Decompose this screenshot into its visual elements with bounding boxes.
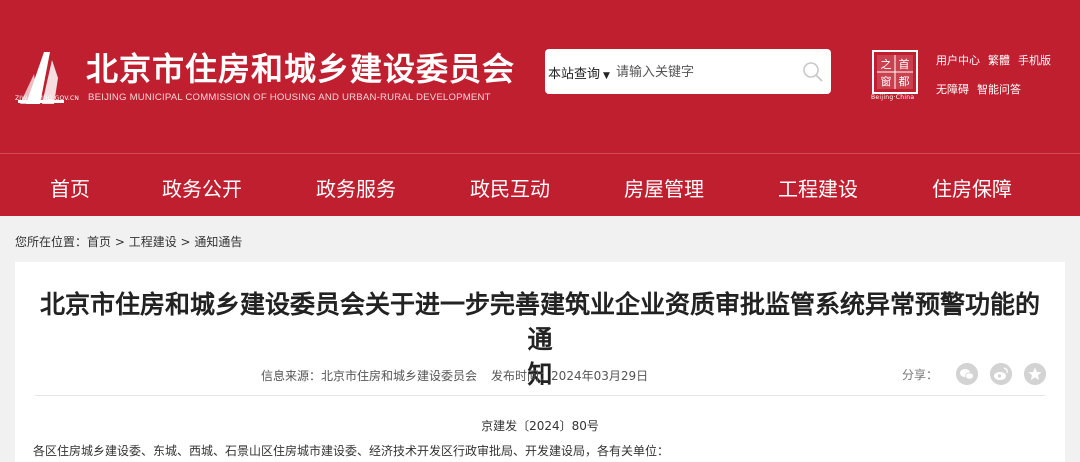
article-body-text: 各区住房城乡建设委、东城、西城、石景山区住房城市建设委、经济技术开发区行政审批局…: [33, 444, 670, 458]
breadcrumb-section[interactable]: 工程建设: [129, 235, 177, 249]
share-label: 分享：: [902, 368, 939, 382]
smart-qa-link[interactable]: 智能问答: [977, 82, 1021, 97]
user-center-link[interactable]: 用户中心: [936, 53, 980, 68]
document-number: 京建发〔2024〕80号: [481, 419, 599, 433]
site-header: ZJW.BEIJING.GOV.CN 北京市住房和城乡建设委员会 BEIJING…: [0, 0, 1080, 153]
weibo-icon[interactable]: [990, 363, 1012, 385]
source-value: 北京市住房和城乡建设委员会: [321, 369, 478, 383]
nav-item-construction[interactable]: 工程建设: [778, 173, 858, 202]
search-icon[interactable]: [801, 60, 825, 84]
breadcrumb: 您所在位置：首页 > 工程建设 > 通知通告: [15, 233, 242, 250]
chevron-down-icon: ▼: [603, 71, 610, 81]
site-subtitle: BEIJING MUNICIPAL COMMISSION OF HOUSING …: [88, 92, 491, 103]
search-input[interactable]: [614, 59, 793, 85]
date-label: 发布时间：: [491, 369, 552, 383]
nav-item-public-interaction[interactable]: 政民互动: [470, 173, 550, 202]
search-box: 本站查询 ▼: [545, 49, 831, 94]
article-title-line: 北京市住房和城乡建设委员会关于进一步完善建筑业企业资质审批监管系统异常预警功能的…: [39, 290, 1040, 354]
top-links: 用户中心 繁體 手机版 无障碍 智能问答: [936, 53, 1051, 97]
article-card: 北京市住房和城乡建设委员会关于进一步完善建筑业企业资质审批监管系统异常预警功能的…: [15, 262, 1065, 462]
breadcrumb-current[interactable]: 通知通告: [194, 235, 242, 249]
accessibility-link[interactable]: 无障碍: [936, 82, 969, 97]
seal-glyph: 之: [881, 57, 892, 71]
site-title[interactable]: 北京市住房和城乡建设委员会: [86, 44, 515, 90]
wechat-icon[interactable]: [956, 363, 978, 385]
seal-glyph: 都: [899, 75, 910, 88]
breadcrumb-separator: >: [176, 235, 195, 249]
nav-item-housing-security[interactable]: 住房保障: [932, 173, 1012, 202]
seal-glyph: 窗: [881, 74, 892, 88]
breadcrumb-home[interactable]: 首页: [87, 235, 111, 249]
capital-window-seal-icon[interactable]: 首 都 之 窗: [871, 49, 919, 99]
source-label: 信息来源：: [261, 369, 322, 383]
publish-date: 2024年03月29日: [551, 369, 649, 383]
breadcrumb-prefix: 您所在位置：: [15, 235, 88, 249]
main-nav: 首页 政务公开 政务服务 政民互动 房屋管理 工程建设 住房保障: [0, 153, 1080, 216]
mobile-version-link[interactable]: 手机版: [1018, 53, 1051, 68]
divider: [35, 395, 1045, 396]
seal-caption: Beijing·China: [871, 94, 915, 101]
breadcrumb-separator: >: [111, 235, 129, 249]
search-scope-label: 本站查询: [548, 67, 601, 82]
favorite-icon[interactable]: [1024, 363, 1046, 385]
seal-glyph: 首: [899, 57, 910, 71]
nav-item-housing-management[interactable]: 房屋管理: [624, 173, 704, 202]
nav-item-home[interactable]: 首页: [50, 173, 90, 202]
article-meta: 信息来源：北京市住房和城乡建设委员会 发布时间：2024年03月29日: [261, 367, 648, 384]
nav-item-gov-services[interactable]: 政务服务: [316, 173, 396, 202]
nav-item-gov-affairs-open[interactable]: 政务公开: [162, 173, 242, 202]
search-scope-select[interactable]: 本站查询 ▼: [548, 63, 610, 82]
logo-domain-text: ZJW.BEIJING.GOV.CN: [15, 95, 80, 102]
traditional-chinese-link[interactable]: 繁體: [988, 53, 1010, 68]
